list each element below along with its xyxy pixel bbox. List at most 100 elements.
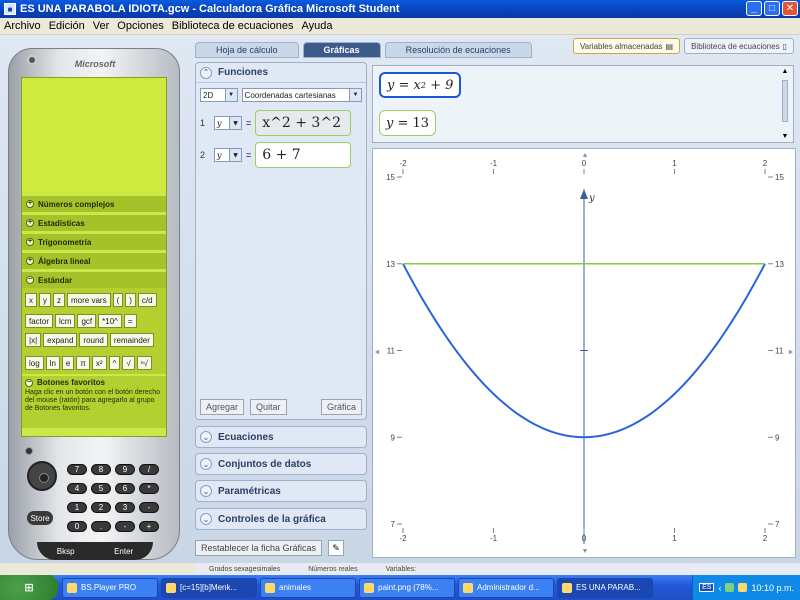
key-expand[interactable]: expand xyxy=(43,333,78,347)
graph-svg[interactable]: y-2-2-1-10011227 79 911 1113 1315 15▲▼◄ ► xyxy=(373,149,797,559)
key-sqrt[interactable]: √ xyxy=(122,356,135,370)
minimize-button[interactable]: _ xyxy=(746,1,762,16)
key-e[interactable]: e xyxy=(61,356,75,370)
function-input-1[interactable]: x^2 + 3^2 xyxy=(255,110,352,136)
section-conjuntos[interactable]: ⌄ Conjuntos de datos xyxy=(195,453,367,475)
menu-opciones[interactable]: Opciones xyxy=(113,20,167,32)
equation-item-1[interactable]: y = x2 + 9 xyxy=(379,72,462,98)
key-more-vars[interactable]: more vars xyxy=(67,293,111,307)
enter-button[interactable]: Enter xyxy=(114,547,133,556)
category-trigonometria[interactable]: + Trigonometría xyxy=(22,234,166,250)
chevron-left-icon[interactable]: ‹ xyxy=(718,583,721,593)
key-four[interactable]: 4 xyxy=(67,483,87,494)
key-five[interactable]: 5 xyxy=(91,483,111,494)
key-dot[interactable]: . xyxy=(91,521,111,532)
equation-item-2[interactable]: y = 13 xyxy=(379,110,437,136)
key-six[interactable]: 6 xyxy=(115,483,135,494)
scroll-down-icon[interactable]: ▼ xyxy=(779,133,791,140)
menu-archivo[interactable]: Archivo xyxy=(0,20,45,32)
key-one[interactable]: 1 xyxy=(67,502,87,513)
menu-edicion[interactable]: Edición xyxy=(45,20,89,32)
category-estandar[interactable]: − Estándar xyxy=(22,272,166,288)
start-button[interactable]: ⊞ xyxy=(0,575,58,600)
key-divide[interactable]: / xyxy=(139,464,159,475)
key-fraction[interactable]: c/d xyxy=(137,293,157,307)
key-two[interactable]: 2 xyxy=(91,502,111,513)
key-power[interactable]: ^ xyxy=(108,356,121,370)
key-nth-root[interactable]: ⁿ√ xyxy=(136,356,153,370)
maximize-button[interactable]: □ xyxy=(764,1,780,16)
tab-hoja-de-calculo[interactable]: Hoja de cálculo xyxy=(195,42,299,58)
graph-button[interactable]: Gráfica xyxy=(320,399,362,415)
functions-header[interactable]: ⌃ Funciones xyxy=(196,63,366,83)
category-estadisticas[interactable]: + Estadísticas xyxy=(22,215,166,231)
coordinates-select[interactable]: Coordenadas cartesianas ▼ xyxy=(241,88,362,102)
menu-ayuda[interactable]: Ayuda xyxy=(297,20,336,32)
menu-biblioteca[interactable]: Biblioteca de ecuaciones xyxy=(168,20,298,32)
key-remainder[interactable]: remainder xyxy=(109,333,154,347)
key-zero[interactable]: 0 xyxy=(67,521,87,532)
remove-button[interactable]: Quitar xyxy=(250,399,287,415)
key-pi[interactable]: π xyxy=(76,356,90,370)
section-ecuaciones[interactable]: ⌄ Ecuaciones xyxy=(195,426,367,448)
key-open-paren[interactable]: ( xyxy=(112,293,124,307)
key-gcf[interactable]: gcf xyxy=(77,314,97,328)
taskbar-task[interactable]: Administrador d... xyxy=(458,577,554,598)
tab-graficas[interactable]: Gráficas xyxy=(302,42,381,58)
equation-library-button[interactable]: Biblioteca de ecuaciones ▯ xyxy=(684,38,794,54)
tray-security-icon[interactable] xyxy=(738,583,748,592)
function-input-2[interactable]: 6 + 7 xyxy=(255,142,352,168)
add-button[interactable]: Agregar xyxy=(200,399,245,415)
key-z[interactable]: z xyxy=(53,293,65,307)
taskbar-task[interactable]: ES UNA PARAB... xyxy=(557,577,653,598)
scroll-up-icon[interactable]: ▲ xyxy=(779,68,791,75)
menu-ver[interactable]: Ver xyxy=(89,20,114,32)
key-log[interactable]: log xyxy=(25,356,44,370)
key-times-ten[interactable]: *10^ xyxy=(98,314,122,328)
key-nine[interactable]: 9 xyxy=(115,464,135,475)
taskbar-task[interactable]: animales xyxy=(260,577,356,598)
dpad-center-icon[interactable] xyxy=(39,473,49,483)
key-close-paren[interactable]: ) xyxy=(125,293,136,307)
key-y[interactable]: y xyxy=(39,293,51,307)
graph-area[interactable]: y -2 -2 -1 -1 0 0 1 1 2 2 7 7 9 9 11 11 13 13 15 15 ▲ ▼ ◄ ► xyxy=(372,148,796,558)
key-eight[interactable]: 8 xyxy=(91,464,111,475)
section-parametricas[interactable]: ⌄ Paramétricas xyxy=(195,480,367,502)
key-square[interactable]: x² xyxy=(91,356,107,370)
notepad-icon[interactable]: ✎ xyxy=(328,540,345,556)
tab-resolucion[interactable]: Resolución de ecuaciones xyxy=(384,42,532,58)
section-controles[interactable]: ⌄ Controles de la gráfica xyxy=(195,508,367,530)
category-complejos[interactable]: + Números complejos xyxy=(22,196,166,212)
key-factor[interactable]: factor xyxy=(25,314,54,328)
scroll-thumb[interactable] xyxy=(782,80,788,122)
minus-icon[interactable] xyxy=(25,447,33,455)
store-button[interactable]: Store xyxy=(27,511,53,525)
key-round[interactable]: round xyxy=(79,333,108,347)
close-button[interactable]: ✕ xyxy=(782,1,798,16)
taskbar-task[interactable]: paint.png (78%... xyxy=(359,577,455,598)
key-minus[interactable]: - xyxy=(139,502,159,513)
key-equals[interactable]: = xyxy=(123,314,137,328)
key-abs[interactable]: |x| xyxy=(25,333,42,347)
language-indicator[interactable]: ES xyxy=(699,583,715,592)
dimension-select[interactable]: 2D ▼ xyxy=(200,88,238,102)
key-three[interactable]: 3 xyxy=(115,502,135,513)
function-var-select[interactable]: y ▼ xyxy=(214,148,242,162)
key-x[interactable]: x xyxy=(25,293,37,307)
key-negate[interactable]: - xyxy=(115,521,135,532)
reset-graphs-button[interactable]: Restablecer la ficha Gráficas xyxy=(195,540,323,556)
stored-variables-button[interactable]: Variables almacenadas ▤ xyxy=(572,38,681,54)
taskbar-task[interactable]: [c=15][b]Menk... xyxy=(161,577,257,598)
direction-pad[interactable] xyxy=(27,461,57,491)
tray-network-icon[interactable] xyxy=(725,583,735,592)
key-lcm[interactable]: lcm xyxy=(55,314,76,328)
function-var-select[interactable]: y ▼ xyxy=(214,116,242,130)
equation-scrollbar[interactable]: ▲ ▼ xyxy=(779,68,791,140)
category-algebra[interactable]: + Álgebra lineal xyxy=(22,253,166,269)
key-multiply[interactable]: * xyxy=(139,483,159,494)
taskbar-task[interactable]: BS.Player PRO xyxy=(62,577,158,598)
key-seven[interactable]: 7 xyxy=(67,464,87,475)
key-ln[interactable]: ln xyxy=(45,356,60,370)
bksp-button[interactable]: Bksp xyxy=(57,547,75,556)
key-plus[interactable]: + xyxy=(139,521,159,532)
